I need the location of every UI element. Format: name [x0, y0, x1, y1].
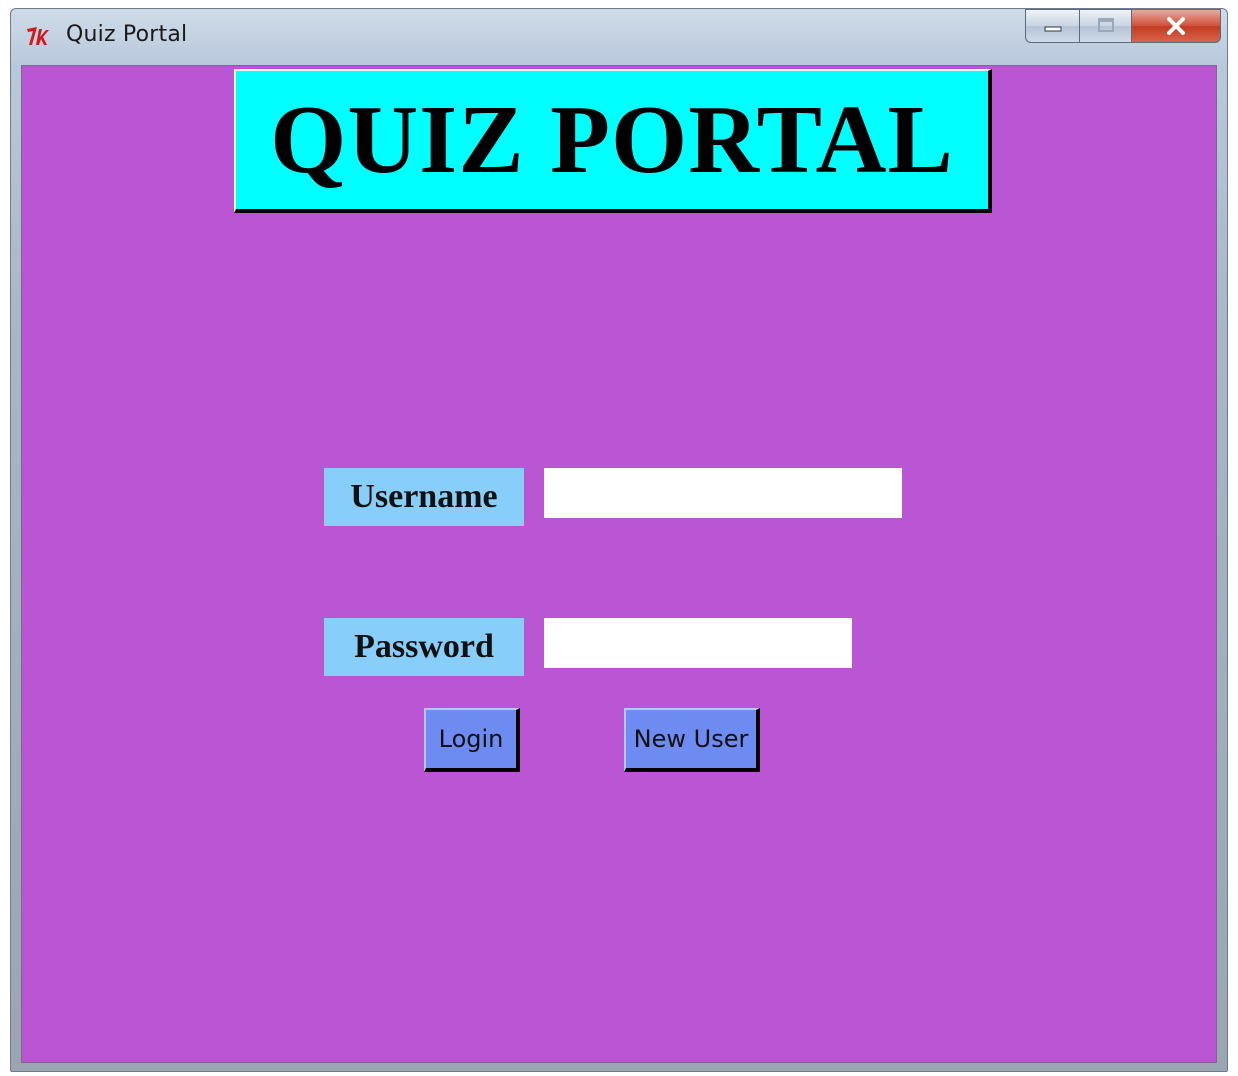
username-field[interactable] — [544, 468, 902, 518]
password-field[interactable] — [544, 618, 852, 668]
window-controls — [1025, 9, 1221, 45]
close-icon — [1167, 17, 1185, 35]
password-label: Password — [324, 618, 524, 676]
minimize-icon — [1044, 26, 1061, 32]
window-title: Quiz Portal — [66, 22, 188, 47]
close-button[interactable] — [1131, 9, 1221, 43]
login-form-area: QUIZ PORTAL Username Password Login New … — [21, 65, 1217, 1063]
username-label: Username — [324, 468, 524, 526]
login-button[interactable]: Login — [424, 708, 520, 772]
maximize-icon — [1097, 18, 1114, 32]
title-bar[interactable]: Quiz Portal — [11, 9, 1227, 63]
page-title: QUIZ PORTAL — [234, 69, 992, 213]
app-window: Quiz Portal QUIZ PORTAL Username Passwor… — [10, 8, 1228, 1072]
new-user-button[interactable]: New User — [624, 708, 760, 772]
tk-feather-icon — [27, 27, 49, 45]
maximize-button[interactable] — [1079, 9, 1131, 43]
minimize-button[interactable] — [1025, 9, 1079, 43]
